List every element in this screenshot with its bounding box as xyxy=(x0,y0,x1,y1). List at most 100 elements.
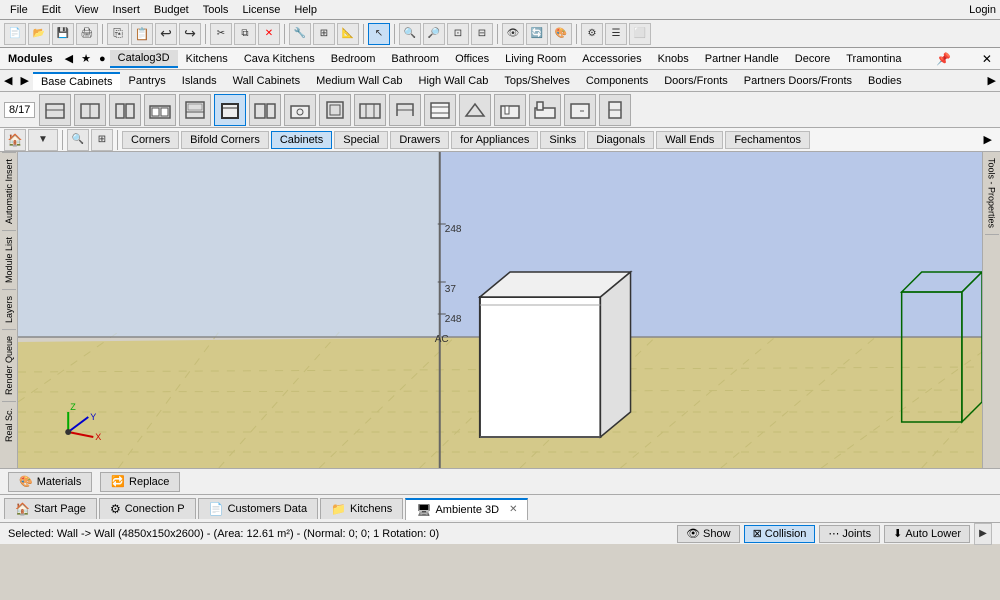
show-button[interactable]: 👁 Show xyxy=(677,525,740,543)
mod-bathroom[interactable]: Bathroom xyxy=(383,51,447,67)
zoom-fit-btn[interactable]: ⊡ xyxy=(447,23,469,45)
modules-bullet[interactable]: ● xyxy=(95,51,110,67)
thumb-4[interactable] xyxy=(144,94,176,126)
cat-bodies[interactable]: Bodies xyxy=(860,73,910,89)
modules-star[interactable]: ★ xyxy=(77,50,95,67)
mod-decore[interactable]: Decore xyxy=(787,51,838,67)
filter-appliances[interactable]: for Appliances xyxy=(451,131,538,149)
mod-living[interactable]: Living Room xyxy=(497,51,574,67)
filter-search-icon[interactable]: 🔍 xyxy=(67,129,89,151)
menu-license[interactable]: License xyxy=(236,2,286,18)
tab-ambiente-3d[interactable]: 🖥 Ambiente 3D ✕ xyxy=(405,498,528,520)
rotate-btn[interactable]: 🔄 xyxy=(526,23,548,45)
menu-file[interactable]: File xyxy=(4,2,34,18)
filter-wall-ends[interactable]: Wall Ends xyxy=(656,131,723,149)
left-tab-automatic-insert[interactable]: Automatic Insert xyxy=(2,152,16,230)
left-tab-module-list[interactable]: Module List xyxy=(2,230,16,289)
thumb-12[interactable] xyxy=(424,94,456,126)
filter-corners[interactable]: Corners xyxy=(122,131,179,149)
filter-drawers[interactable]: Drawers xyxy=(390,131,449,149)
cat-pantrys[interactable]: Pantrys xyxy=(120,73,173,89)
cut-btn[interactable]: ✂ xyxy=(210,23,232,45)
cat-doors-fronts[interactable]: Doors/Fronts xyxy=(656,73,736,89)
redo-btn[interactable]: ↪ xyxy=(179,23,201,45)
cat-components[interactable]: Components xyxy=(578,73,656,89)
filter-special[interactable]: Special xyxy=(334,131,388,149)
filter-grid[interactable]: ⊞ xyxy=(91,129,113,151)
menu-budget[interactable]: Budget xyxy=(148,2,195,18)
thumb-10[interactable] xyxy=(354,94,386,126)
tab-kitchens[interactable]: 📁 Kitchens xyxy=(320,498,403,519)
filter-nav-right[interactable]: ▶ xyxy=(980,131,996,148)
print-button[interactable]: 🖨 xyxy=(76,23,98,45)
thumb-2[interactable] xyxy=(74,94,106,126)
menu-help[interactable]: Help xyxy=(288,2,323,18)
filter-bifold[interactable]: Bifold Corners xyxy=(181,131,269,149)
filter-diagonals[interactable]: Diagonals xyxy=(587,131,654,149)
thumb-5[interactable] xyxy=(179,94,211,126)
filter-cabinets[interactable]: Cabinets xyxy=(271,131,332,149)
thumb-14[interactable] xyxy=(494,94,526,126)
copy2-btn[interactable]: ⧉ xyxy=(234,23,256,45)
pin-button[interactable]: 📌 xyxy=(932,52,955,66)
cat-partners-doors[interactable]: Partners Doors/Fronts xyxy=(736,73,860,89)
left-tab-real-sc[interactable]: Real Sc. xyxy=(2,401,16,448)
zoom-full-btn[interactable]: ⊟ xyxy=(471,23,493,45)
cat-tops-shelves[interactable]: Tops/Shelves xyxy=(496,73,577,89)
statusbar-more-button[interactable]: ▶ xyxy=(974,523,992,545)
joints-button[interactable]: ⋯ Joints xyxy=(819,525,880,543)
snap-btn[interactable]: 🔧 xyxy=(289,23,311,45)
zoom-out-btn[interactable]: 🔎 xyxy=(423,23,445,45)
filter-nav-home[interactable]: 🏠 xyxy=(4,129,26,151)
thumb-11[interactable] xyxy=(389,94,421,126)
catalog-nav-more[interactable]: ▶ xyxy=(984,72,1000,89)
cat-high-wall[interactable]: High Wall Cab xyxy=(411,73,497,89)
mod-partner-handle[interactable]: Partner Handle xyxy=(697,51,787,67)
cat-wall-cabinets[interactable]: Wall Cabinets xyxy=(225,73,308,89)
thumb-1[interactable] xyxy=(39,94,71,126)
tab-connection-p[interactable]: ⚙ Conection P xyxy=(99,498,196,519)
filter-sinks[interactable]: Sinks xyxy=(540,131,585,149)
mod-tramontina[interactable]: Tramontina xyxy=(838,51,909,67)
thumb-8[interactable] xyxy=(284,94,316,126)
menu-edit[interactable]: Edit xyxy=(36,2,67,18)
right-tab-tools-properties[interactable]: Tools - Properties xyxy=(985,152,999,235)
component-btn[interactable]: ⬜ xyxy=(629,23,651,45)
thumb-6[interactable] xyxy=(214,94,246,126)
close-ambiente-button[interactable]: ✕ xyxy=(509,504,517,515)
mod-knobs[interactable]: Knobs xyxy=(650,51,697,67)
delete-btn[interactable]: ✕ xyxy=(258,23,280,45)
login-button[interactable]: Login xyxy=(969,4,996,16)
new-button[interactable]: 📄 xyxy=(4,23,26,45)
render-btn[interactable]: 🎨 xyxy=(550,23,572,45)
thumb-17[interactable] xyxy=(599,94,631,126)
save-button[interactable]: 💾 xyxy=(52,23,74,45)
layers-btn[interactable]: ☰ xyxy=(605,23,627,45)
mod-offices[interactable]: Offices xyxy=(447,51,497,67)
cat-medium-wall[interactable]: Medium Wall Cab xyxy=(308,73,410,89)
settings-btn[interactable]: ⚙ xyxy=(581,23,603,45)
cat-base-cabinets[interactable]: Base Cabinets xyxy=(33,72,121,90)
paste-btn[interactable]: 📋 xyxy=(131,23,153,45)
menu-tools[interactable]: Tools xyxy=(197,2,235,18)
auto-lower-button[interactable]: ⬇ Auto Lower xyxy=(884,525,970,543)
thumb-9[interactable] xyxy=(319,94,351,126)
materials-button[interactable]: 🎨 Materials xyxy=(8,472,92,492)
copy-btn[interactable]: ⎘ xyxy=(107,23,129,45)
thumb-16[interactable] xyxy=(564,94,596,126)
filter-dropdown[interactable]: ▼ xyxy=(28,129,58,151)
tab-customers-data[interactable]: 📄 Customers Data xyxy=(198,498,318,519)
menu-view[interactable]: View xyxy=(69,2,105,18)
mod-accessories[interactable]: Accessories xyxy=(574,51,649,67)
grid-btn[interactable]: ⊞ xyxy=(313,23,335,45)
menu-insert[interactable]: Insert xyxy=(106,2,146,18)
left-tab-layers[interactable]: Layers xyxy=(2,289,16,329)
thumb-15[interactable] xyxy=(529,94,561,126)
filter-fechamentos[interactable]: Fechamentos xyxy=(725,131,810,149)
mod-catalog3d[interactable]: Catalog3D xyxy=(110,50,178,68)
left-tab-render-queue[interactable]: Render Queue xyxy=(2,329,16,401)
replace-button[interactable]: 🔁 Replace xyxy=(100,472,180,492)
tab-start-page[interactable]: 🏠 Start Page xyxy=(4,498,97,519)
zoom-in-btn[interactable]: 🔍 xyxy=(399,23,421,45)
mod-kitchens[interactable]: Kitchens xyxy=(178,51,236,67)
